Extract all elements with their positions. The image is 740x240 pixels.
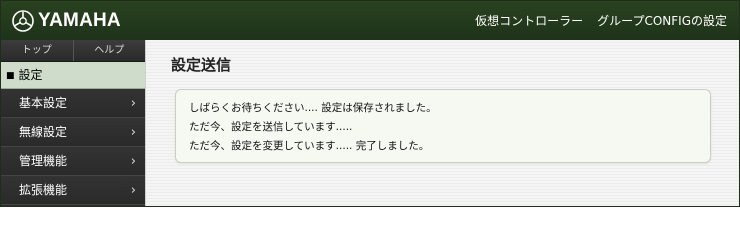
page-title: 設定送信: [171, 56, 232, 74]
sidebar-item-extensions[interactable]: 拡張機能 ›: [1, 176, 145, 205]
square-bullet-icon: ■: [6, 71, 15, 81]
chevron-right-icon: ›: [130, 96, 136, 111]
status-message-line: ただ今、設定を送信しています.....: [189, 121, 353, 133]
app-window: YAMAHA 仮想コントローラー グループCONFIGの設定 トップ ヘルプ ■ 設…: [0, 0, 740, 207]
logo-text: YAMAHA: [38, 10, 121, 31]
sidebar-item-label: 基本設定: [19, 96, 68, 110]
chevron-right-icon: ›: [130, 154, 136, 169]
header-title-part1: 仮想コントローラー: [475, 14, 584, 28]
sidebar-item-label: 拡張機能: [19, 183, 68, 197]
top-header: YAMAHA 仮想コントローラー グループCONFIGの設定: [1, 1, 739, 40]
chevron-right-icon: ›: [130, 183, 136, 198]
sidebar-item-label: 管理機能: [19, 154, 68, 168]
sidebar-item-management[interactable]: 管理機能 ›: [1, 147, 145, 176]
status-message-line: ただ今、設定を変更しています..... 完了しました。: [189, 140, 430, 152]
header-title-part2: グループCONFIGの設定: [597, 14, 727, 28]
tuning-fork-icon: [12, 10, 34, 32]
sidebar-item-label: 無線設定: [19, 125, 68, 139]
yamaha-logo[interactable]: YAMAHA: [12, 9, 121, 33]
status-message-box: しばらくお待ちください.... 設定は保存されました。 ただ今、設定を送信してい…: [175, 89, 711, 163]
tab-top[interactable]: トップ: [1, 40, 74, 61]
sidebar-item-settings-active[interactable]: ■ 設定: [1, 62, 145, 89]
status-message-line: しばらくお待ちください.... 設定は保存されました。: [189, 102, 437, 114]
tab-help[interactable]: ヘルプ: [74, 40, 146, 61]
sidebar-item-label: 設定: [18, 68, 43, 82]
sidebar-tabs: トップ ヘルプ: [1, 40, 145, 62]
page-header-title: 仮想コントローラー グループCONFIGの設定: [475, 12, 727, 29]
chevron-right-icon: ›: [130, 125, 136, 140]
sidebar: トップ ヘルプ ■ 設定 基本設定 › 無線設定 › 管理機能 › 拡張機能 ›: [1, 40, 145, 206]
main-content: 設定送信 しばらくお待ちください.... 設定は保存されました。 ただ今、設定を…: [145, 40, 739, 206]
sidebar-item-wireless-settings[interactable]: 無線設定 ›: [1, 118, 145, 147]
sidebar-item-basic-settings[interactable]: 基本設定 ›: [1, 89, 145, 118]
